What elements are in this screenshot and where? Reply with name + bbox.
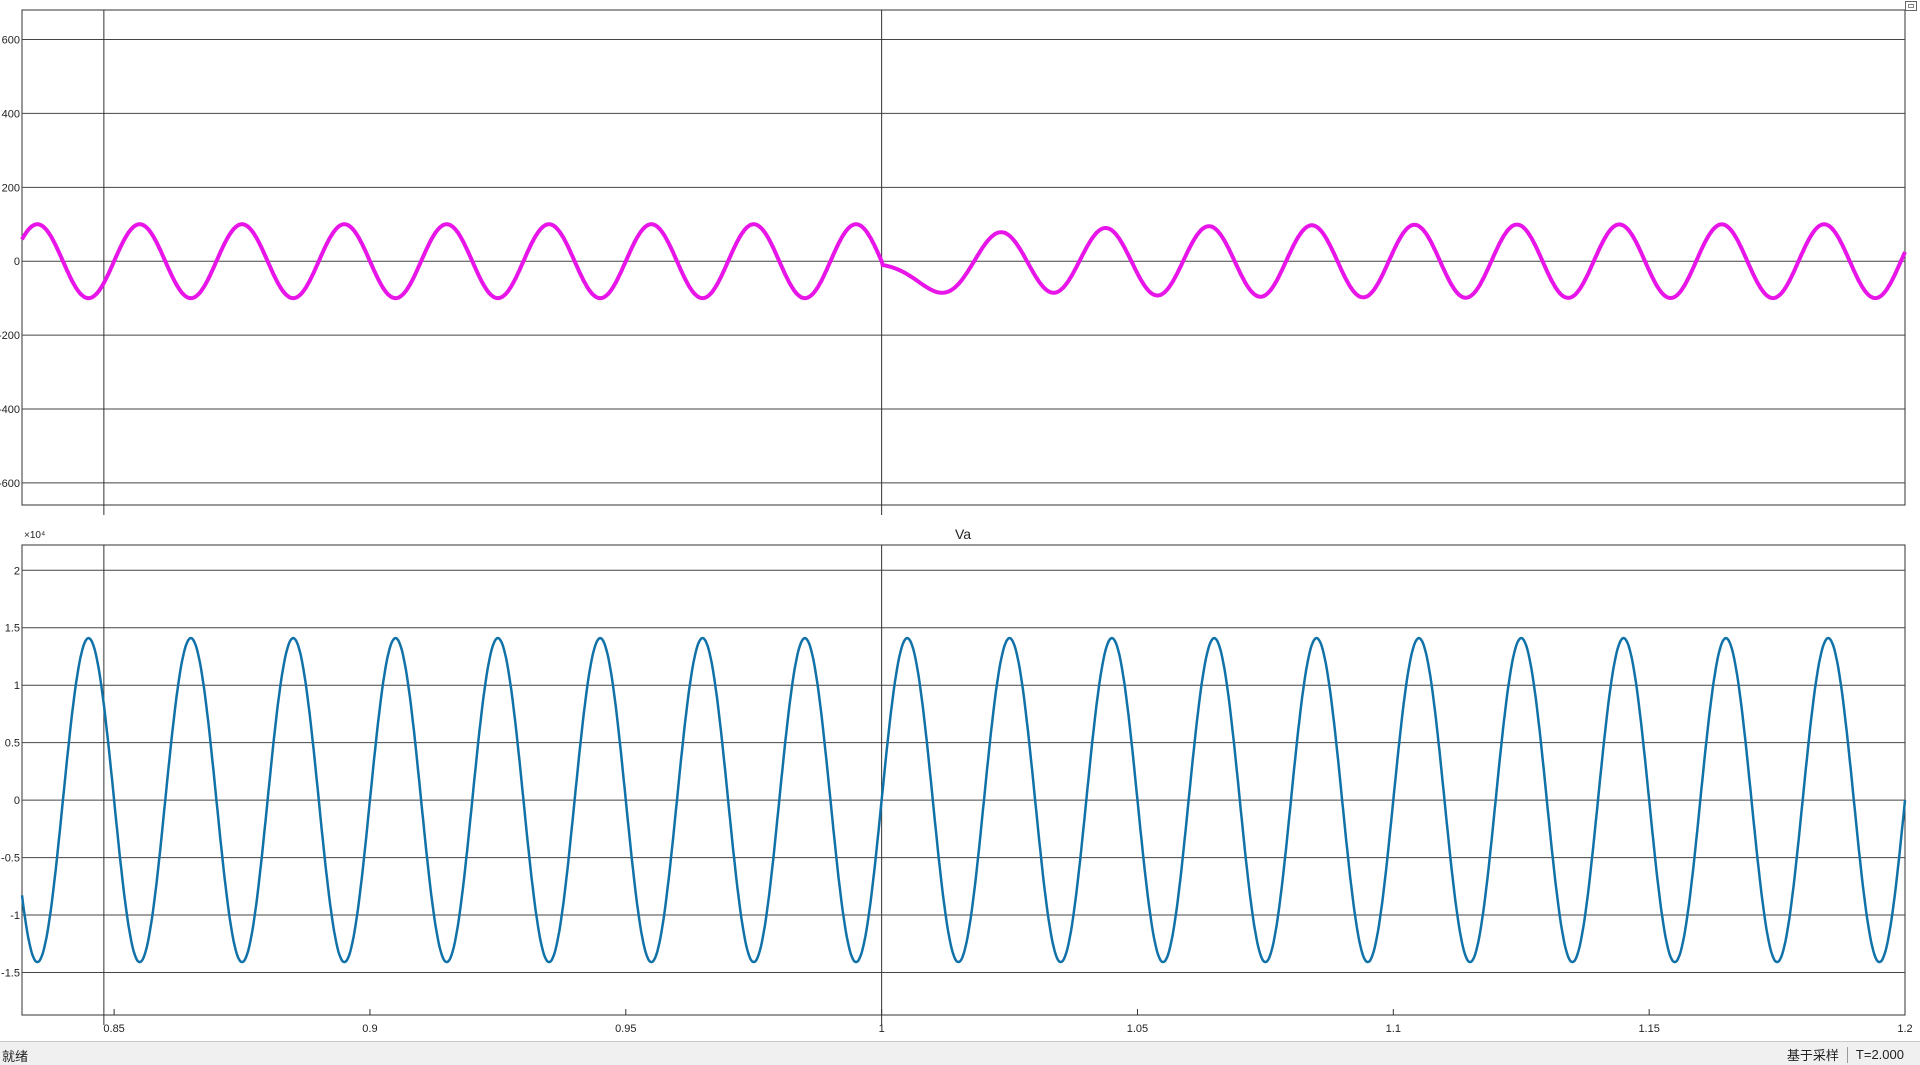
axes-frame-1 [21,544,1906,1016]
time-offset-label: T=2.000 [1855,1047,1904,1062]
status-bar: 就绪 基于采样 T=2.000 [0,1041,1920,1065]
status-right-group: 基于采样 T=2.000 [1779,1045,1912,1064]
axes-frame-0 [21,9,1906,506]
x-tick-label: 1.1 [1386,1023,1401,1035]
y-tick-label: -600 [0,478,20,490]
y-tick-label: -0.5 [1,853,20,865]
y-tick-label: 400 [2,108,20,120]
y-tick-label: 2 [14,565,20,577]
y-tick-label: 0.5 [5,738,20,750]
sample-mode-label[interactable]: 基于采样 [1779,1045,1847,1064]
y-tick-label: 0 [14,256,20,268]
y-tick-label: 0 [14,795,20,807]
status-ready-text: 就绪 [2,1049,29,1064]
y-tick-label: -1.5 [1,967,20,979]
x-tick-label: 1 [879,1023,885,1035]
y-tick-label: -200 [0,330,20,342]
y-tick-label: 200 [2,182,20,194]
x-tick-label: 0.95 [615,1023,636,1035]
scope-window: 600 400 200 0 -200 -400 -600 2 1.5 1 0.5 0 -0.5 -1 -1.… [0,0,1920,1065]
x-tick-label: 1.15 [1638,1023,1659,1035]
x-tick-label: 1.2 [1897,1023,1912,1035]
x-tick-label: 1.05 [1127,1023,1148,1035]
x-tick-label: 0.85 [103,1023,124,1035]
y-tick-label: 600 [2,35,20,47]
y-exponent-label: ×10⁴ [24,530,45,541]
x-tick-label: 0.9 [362,1023,377,1035]
plot-title-va: Va [955,526,971,542]
scope-plot-area[interactable]: 600 400 200 0 -200 -400 -600 2 1.5 1 0.5 0 -0.5 -1 -1.… [0,0,1920,1040]
maximize-icon[interactable] [1905,1,1917,11]
y-tick-label: -1 [10,910,20,922]
y-tick-label: 1 [14,680,20,692]
y-tick-label: -400 [0,404,20,416]
y-tick-label: 1.5 [5,623,20,635]
